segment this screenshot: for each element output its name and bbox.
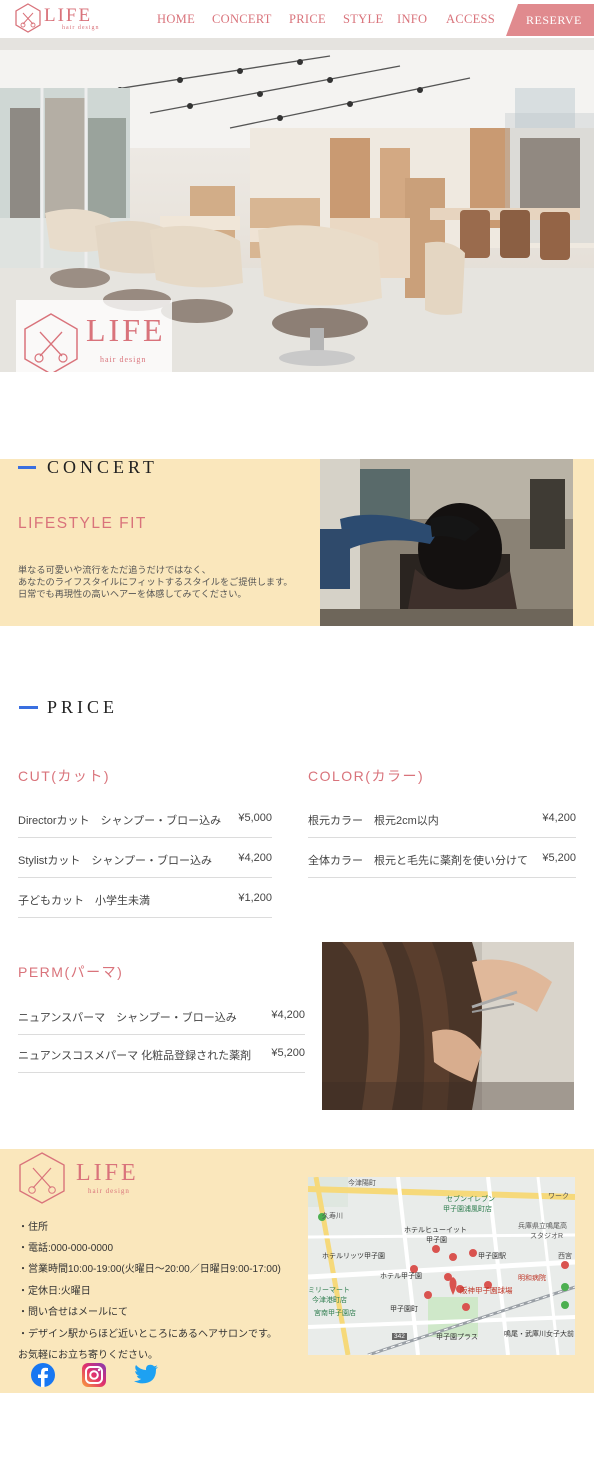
price-label: Stylistカット シャンプー・ブロー込み xyxy=(18,855,213,867)
hero-brand-name: LIFE xyxy=(86,312,166,348)
map-label: 甲子園浦風町店 xyxy=(443,1206,492,1213)
concert-title-dash xyxy=(18,466,36,469)
perm-photo xyxy=(322,942,574,1110)
reserve-button[interactable]: RESERVE xyxy=(506,4,594,36)
price-amount: ¥4,200 xyxy=(238,852,272,864)
map-label: 甲子園駅 xyxy=(478,1253,506,1260)
cut-heading: CUT(カット) xyxy=(18,768,111,784)
nav-style[interactable]: STYLE xyxy=(343,12,383,27)
price-label: 全体カラー 根元と毛先に薬剤を使い分けて xyxy=(308,855,528,867)
footer-brand-name: LIFE xyxy=(76,1160,139,1186)
map-label: 甲子園 xyxy=(426,1237,447,1244)
concert-section: CONCERT LIFESTYLE FIT 単なる可愛いや流行をただ追うだけでは… xyxy=(0,457,594,626)
map-label: ホテルヒューイット xyxy=(404,1227,467,1234)
concert-title: CONCERT xyxy=(47,457,158,477)
footer-logo[interactable]: LIFE hair design xyxy=(18,1151,148,1204)
map-label: 今津港町店 xyxy=(312,1297,347,1304)
hero-image: LIFE hair design xyxy=(0,38,594,372)
price-label: Directorカット シャンプー・ブロー込み xyxy=(18,815,222,827)
concert-subtitle: LIFESTYLE FIT xyxy=(18,515,147,532)
brand-tagline: hair design xyxy=(62,25,100,31)
map-label: 明和病院 xyxy=(518,1275,546,1282)
logo-hexagon-icon xyxy=(15,3,41,33)
hair-cutting-illustration xyxy=(322,942,574,1110)
map-label: 久寿川 xyxy=(322,1213,343,1220)
footer-brand-tagline: hair design xyxy=(88,1187,130,1195)
twitter-icon[interactable] xyxy=(133,1364,159,1386)
price-row: Directorカット シャンプー・ブロー込み ¥5,000 xyxy=(18,798,272,838)
price-amount: ¥1,200 xyxy=(238,892,272,904)
footer-section: LIFE hair design ・住所 ・電話:000-000-0000 ・営… xyxy=(0,1149,594,1393)
price-title: PRICE xyxy=(47,697,119,717)
reserve-label: RESERVE xyxy=(526,13,582,27)
hero-logo-hexagon-icon xyxy=(24,313,78,372)
concert-line: 単なる可愛いや流行をただ追うだけではなく、 xyxy=(18,565,211,575)
info-phone: ・電話:000-000-0000 xyxy=(18,1243,114,1254)
map-label: 西宮 xyxy=(558,1253,572,1260)
map-label: 今津陽町 xyxy=(348,1180,376,1187)
perm-heading: PERM(パーマ) xyxy=(18,964,124,980)
price-row: 子どもカット 小学生未満 ¥1,200 xyxy=(18,878,272,918)
color-heading: COLOR(カラー) xyxy=(308,768,425,784)
price-row: Stylistカット シャンプー・ブロー込み ¥4,200 xyxy=(18,838,272,878)
hero-logo-panel: LIFE hair design xyxy=(16,300,172,372)
map-label: 宮南甲子園店 xyxy=(314,1310,356,1317)
price-title-dash xyxy=(19,706,38,709)
price-row: ニュアンスコスメパーマ 化粧品登録された薬剤 ¥5,200 xyxy=(18,1033,305,1073)
nav-home[interactable]: HOME xyxy=(157,12,195,27)
map-label: 阪神甲子園球場 xyxy=(460,1286,513,1295)
map-route-badge: 342 xyxy=(392,1333,407,1340)
instagram-icon[interactable] xyxy=(82,1363,106,1387)
footer-logo-hexagon-icon xyxy=(19,1152,65,1204)
price-label: ニュアンスコスメパーマ 化粧品登録された薬剤 xyxy=(18,1050,252,1062)
info-welcome: お気軽にお立ち寄りください。 xyxy=(18,1350,158,1361)
site-header: LIFE hair design HOME CONCERT PRICE STYL… xyxy=(0,0,594,38)
nav-price[interactable]: PRICE xyxy=(289,12,326,27)
nav-info[interactable]: INFO xyxy=(397,12,427,27)
price-amount: ¥4,200 xyxy=(271,1009,305,1021)
facebook-icon[interactable] xyxy=(31,1363,55,1387)
nav-concert[interactable]: CONCERT xyxy=(212,12,272,27)
map-label: ミリーマート xyxy=(308,1287,350,1294)
price-label: ニュアンスパーマ シャンプー・ブロー込み xyxy=(18,1012,237,1024)
price-amount: ¥5,200 xyxy=(271,1047,305,1059)
concert-line: あなたのライフスタイルにフィットするスタイルをご提供します。 xyxy=(18,577,293,587)
map-label: ホテル甲子園 xyxy=(380,1273,422,1280)
price-row: 全体カラー 根元と毛先に薬剤を使い分けて ¥5,200 xyxy=(308,838,576,878)
hair-coloring-illustration xyxy=(320,459,573,626)
header-logo[interactable]: LIFE hair design xyxy=(14,3,134,35)
map-label: 兵庫県立鳴尾高 xyxy=(518,1223,567,1230)
price-label: 子どもカット 小学生未満 xyxy=(18,895,150,907)
info-location: ・デザイン駅からほど近いところにあるヘアサロンです。 xyxy=(18,1329,277,1340)
map-label: スタジオR xyxy=(530,1233,564,1240)
info-contact: ・問い合せはメールにて xyxy=(18,1307,128,1318)
brand-name: LIFE xyxy=(44,5,93,26)
map-label: セブンイレブン xyxy=(446,1196,495,1203)
price-row: 根元カラー 根元2cm以内 ¥4,200 xyxy=(308,798,576,838)
info-closed: ・定休日:火曜日 xyxy=(18,1286,91,1297)
price-amount: ¥4,200 xyxy=(542,812,576,824)
map-label: 鳴尾・武庫川女子大前 xyxy=(504,1331,574,1338)
concert-photo xyxy=(320,459,573,626)
map-label: 甲子園プラス xyxy=(436,1334,478,1341)
concert-line: 日常でも再現性の高いヘアーを体感してみてください。 xyxy=(18,589,247,599)
map-label: ワーク xyxy=(548,1193,569,1200)
info-address: ・住所 xyxy=(18,1222,48,1233)
hero-brand-tagline: hair design xyxy=(100,355,147,364)
price-amount: ¥5,000 xyxy=(238,812,272,824)
price-amount: ¥5,200 xyxy=(542,852,576,864)
concert-description: 単なる可愛いや流行をただ追うだけではなく、 あなたのライフスタイルにフィットする… xyxy=(18,564,293,600)
price-row: ニュアンスパーマ シャンプー・ブロー込み ¥4,200 xyxy=(18,995,305,1035)
nav-access[interactable]: ACCESS xyxy=(446,12,495,27)
price-label: 根元カラー 根元2cm以内 xyxy=(308,815,439,827)
access-map[interactable]: 今津陽町 セブンイレブン 甲子園浦風町店 ワーク 久寿川 ホテルヒューイット 甲… xyxy=(308,1177,575,1355)
map-label: 甲子園町 xyxy=(390,1306,418,1313)
info-hours: ・営業時間10:00-19:00(火曜日〜20:00／日曜日9:00-17:00… xyxy=(18,1264,281,1275)
map-label: ホテルリッツ甲子園 xyxy=(322,1253,385,1260)
